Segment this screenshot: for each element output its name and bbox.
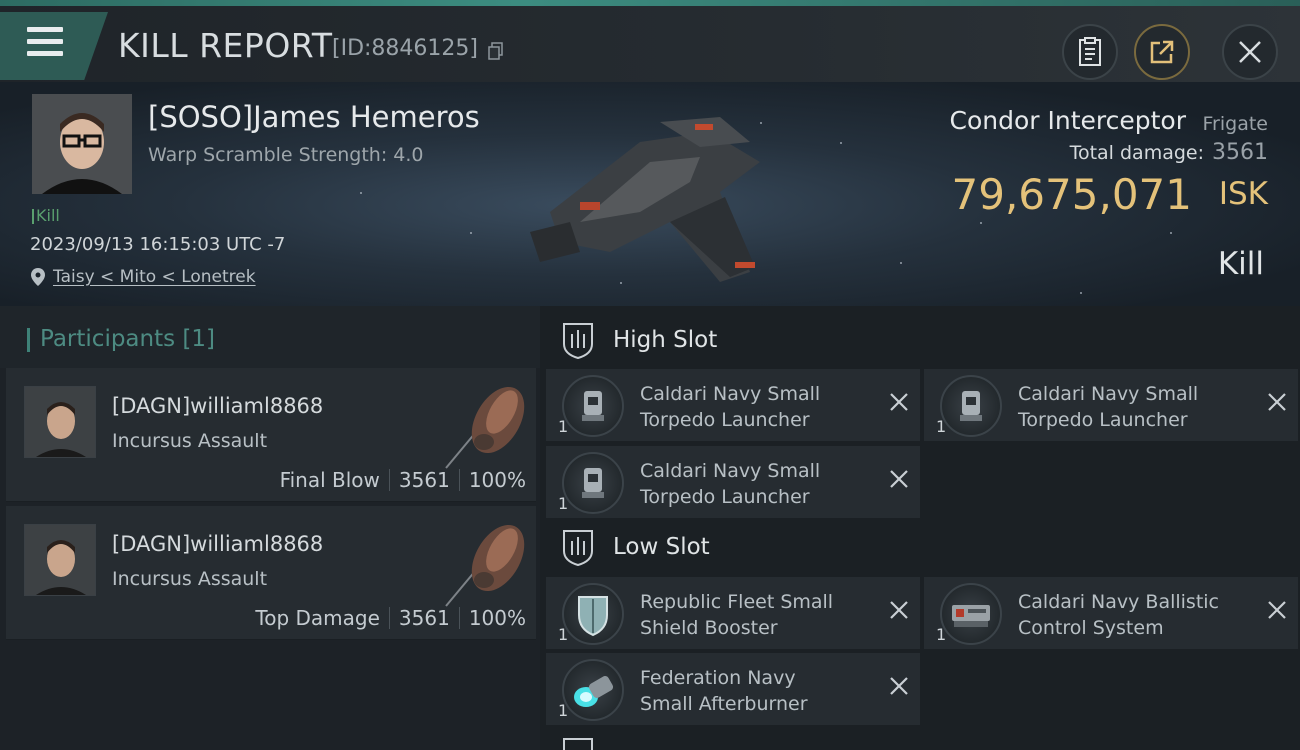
destroyed-x-icon xyxy=(1268,393,1286,411)
close-button[interactable] xyxy=(1222,24,1278,80)
participant-damage: 3561 xyxy=(398,606,450,630)
module-quantity: 1 xyxy=(558,417,569,436)
slot-icon xyxy=(563,323,593,360)
participant-damage: 3561 xyxy=(398,468,450,492)
page-title: KILL REPORT xyxy=(118,26,333,65)
clipboard-icon xyxy=(1079,37,1101,66)
victim-panel: [SOSO]James Hemeros Warp Scramble Streng… xyxy=(0,82,1300,306)
participant-ship: Incursus Assault xyxy=(112,568,268,590)
afterburner-icon xyxy=(562,659,624,721)
divider xyxy=(388,607,390,629)
module-quantity: 1 xyxy=(558,494,569,513)
participant-stats: Top Damage 3561 100% xyxy=(255,606,526,630)
participant-ship: Incursus Assault xyxy=(112,430,268,452)
module-item[interactable]: 1 Federation Navy Small Afterburner xyxy=(546,653,920,725)
module-item[interactable]: 1 Caldari Navy Ballistic Control System xyxy=(924,577,1298,649)
destroyed-x-icon xyxy=(890,470,908,488)
torpedo-launcher-icon xyxy=(562,375,624,437)
copy-icon[interactable] xyxy=(488,42,504,60)
participant-card[interactable]: [DAGN]williaml8868 Incursus Assault Fina… xyxy=(6,368,536,502)
module-name: Caldari Navy Small Torpedo Launcher xyxy=(1018,383,1199,431)
participant-stats: Final Blow 3561 100% xyxy=(280,468,526,492)
module-name: Caldari Navy Small Torpedo Launcher xyxy=(640,383,821,431)
module-item[interactable]: 1 Caldari Navy Small Torpedo Launcher xyxy=(546,446,920,518)
participants-title: Participants [1] xyxy=(27,326,215,352)
participants-header: Participants [1] xyxy=(0,306,540,368)
warp-scramble-strength: Warp Scramble Strength: 4.0 xyxy=(148,144,424,166)
divider xyxy=(388,469,390,491)
module-name: Caldari Navy Ballistic Control System xyxy=(1018,591,1219,639)
module-item[interactable]: 1 Caldari Navy Small Torpedo Launcher xyxy=(924,369,1298,441)
participant-name: [DAGN]williaml8868 xyxy=(112,532,324,556)
ballistic-control-icon xyxy=(940,583,1002,645)
participant-card[interactable]: [DAGN]williaml8868 Incursus Assault Top … xyxy=(6,506,536,640)
menu-button[interactable] xyxy=(0,12,108,80)
torpedo-launcher-icon xyxy=(562,452,624,514)
report-id: [ID:8846125] xyxy=(332,36,478,61)
slot-icon xyxy=(563,738,593,750)
location-pin-icon xyxy=(31,268,45,286)
share-button[interactable] xyxy=(1134,24,1190,80)
divider xyxy=(458,607,460,629)
module-quantity: 1 xyxy=(936,417,947,436)
destroyed-x-icon xyxy=(1268,601,1286,619)
destroyed-x-icon xyxy=(890,677,908,695)
module-quantity: 1 xyxy=(936,625,947,644)
participant-role: Final Blow xyxy=(279,468,380,492)
module-name: Caldari Navy Small Torpedo Launcher xyxy=(640,460,821,508)
shield-booster-icon xyxy=(562,583,624,645)
victim-ship-name: Condor Interceptor xyxy=(949,106,1187,135)
header-bar: KILL REPORT [ID:8846125] xyxy=(0,6,1300,82)
destroyed-x-icon xyxy=(890,393,908,411)
module-name: Republic Fleet Small Shield Booster xyxy=(640,591,834,639)
participant-avatar[interactable] xyxy=(24,524,96,596)
participant-avatar[interactable] xyxy=(24,386,96,458)
divider xyxy=(458,469,460,491)
victim-ship-class: Frigate xyxy=(1202,113,1268,135)
victim-avatar[interactable] xyxy=(32,94,132,194)
victim-ship-image xyxy=(530,117,760,282)
close-icon xyxy=(1239,41,1261,63)
module-item[interactable]: 1 Caldari Navy Small Torpedo Launcher xyxy=(546,369,920,441)
high-slot-heading: High Slot xyxy=(613,327,718,353)
torpedo-launcher-icon xyxy=(940,375,1002,437)
portrait-image xyxy=(32,94,132,194)
portrait-image xyxy=(25,387,95,457)
share-icon xyxy=(1150,40,1174,64)
total-damage-label: Total damage: xyxy=(1069,142,1204,164)
participant-ship-image xyxy=(445,386,525,469)
low-slot-heading: Low Slot xyxy=(613,534,710,560)
victim-name: [SOSO]James Hemeros xyxy=(148,100,480,134)
slot-icon xyxy=(563,530,593,567)
participant-name: [DAGN]williaml8868 xyxy=(112,394,324,418)
clipboard-button[interactable] xyxy=(1062,24,1118,80)
isk-unit: ISK xyxy=(1218,176,1268,212)
module-quantity: 1 xyxy=(558,701,569,720)
destroyed-x-icon xyxy=(890,601,908,619)
total-damage-value: 3561 xyxy=(1212,140,1268,165)
result-label: Kill xyxy=(1217,246,1264,282)
participant-percent: 100% xyxy=(468,468,526,492)
isk-value: 79,675,071 xyxy=(951,170,1192,219)
module-item[interactable]: 1 Republic Fleet Small Shield Booster xyxy=(546,577,920,649)
participant-role: Top Damage xyxy=(255,606,380,630)
participant-ship-image xyxy=(445,524,525,607)
kill-tag: Kill xyxy=(32,206,60,225)
location-text: Taisy < Mito < Lonetrek xyxy=(53,267,256,287)
kill-datetime: 2023/09/13 16:15:03 UTC -7 xyxy=(30,234,286,255)
kill-report-window: KILL REPORT [ID:8846125] [SOSO]James Hem… xyxy=(0,0,1300,750)
participant-percent: 100% xyxy=(468,606,526,630)
module-name: Federation Navy Small Afterburner xyxy=(640,667,808,715)
portrait-image xyxy=(25,525,95,595)
module-quantity: 1 xyxy=(558,625,569,644)
